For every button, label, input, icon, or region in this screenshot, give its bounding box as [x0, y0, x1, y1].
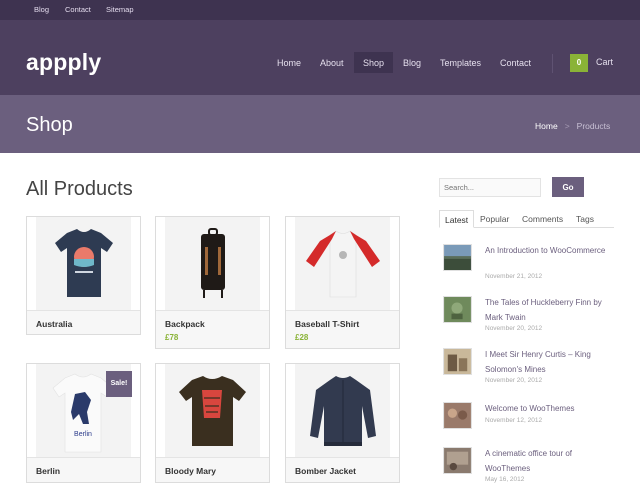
site-logo[interactable]: appply [26, 49, 101, 76]
tab-popular[interactable]: Popular [475, 210, 514, 228]
product-card-backpack[interactable]: Backpack £78 [155, 216, 270, 349]
nav-item-about[interactable]: About [320, 58, 344, 68]
backpack-icon [201, 228, 225, 298]
post-thumbnail[interactable] [443, 296, 472, 323]
cart-count-badge[interactable]: 0 [570, 54, 588, 72]
product-card-berlin[interactable]: Berlin Sale! Berlin [26, 363, 141, 483]
post-title[interactable]: I Meet Sir Henry Curtis – King Solomon's… [485, 348, 613, 377]
post-thumbnail[interactable] [443, 402, 472, 429]
post-date: November 12, 2012 [485, 417, 543, 424]
section-heading: All Products [26, 178, 133, 200]
post-date: November 21, 2012 [485, 273, 543, 280]
site-header: appply Home About Shop Blog Templates Co… [0, 20, 640, 95]
post-title[interactable]: An Introduction to WooCommerce [485, 244, 613, 259]
tab-comments[interactable]: Comments [517, 210, 568, 228]
nav-item-contact[interactable]: Contact [500, 58, 531, 68]
product-image[interactable] [286, 364, 399, 457]
nav-item-templates[interactable]: Templates [440, 58, 481, 68]
nav-item-home[interactable]: Home [277, 58, 301, 68]
product-card-bloody-mary[interactable]: Bloody Mary [155, 363, 270, 483]
breadcrumb-current: Products [576, 121, 611, 131]
product-image[interactable]: Berlin Sale! [27, 364, 140, 457]
nav-item-shop[interactable]: Shop [363, 58, 384, 68]
post-date: November 20, 2012 [485, 325, 543, 332]
product-name[interactable]: Bomber Jacket [295, 466, 356, 476]
cart-link[interactable]: Cart [596, 57, 613, 67]
product-name[interactable]: Baseball T-Shirt [295, 319, 359, 329]
tshirt-icon [179, 376, 246, 446]
post-thumbnail[interactable] [443, 348, 472, 375]
product-name[interactable]: Berlin [36, 466, 60, 476]
product-name[interactable]: Bloody Mary [165, 466, 216, 476]
post-title[interactable]: Welcome to WooThemes [485, 402, 613, 417]
jacket-icon [310, 376, 376, 446]
product-price: £28 [295, 333, 309, 342]
sale-badge: Sale! [106, 371, 132, 397]
breadcrumb: Home > Products [535, 121, 610, 131]
product-name[interactable]: Australia [36, 319, 72, 329]
post-date: November 20, 2012 [485, 377, 543, 384]
topbar-link-contact[interactable]: Contact [65, 5, 91, 14]
product-image[interactable] [156, 364, 269, 457]
post-title[interactable]: The Tales of Huckleberry Finn by Mark Tw… [485, 296, 613, 325]
post-title[interactable]: A cinematic office tour of WooThemes [485, 447, 613, 476]
product-price: £78 [165, 333, 179, 342]
product-image[interactable] [27, 217, 140, 310]
breadcrumb-separator: > [564, 121, 570, 131]
product-card-australia[interactable]: Australia [26, 216, 141, 335]
post-thumbnail[interactable] [443, 447, 472, 474]
raglan-shirt-icon [306, 230, 380, 298]
berlin-print-text: Berlin [74, 431, 92, 438]
topbar-link-blog[interactable]: Blog [34, 5, 49, 14]
page-title-bar: Shop Home > Products [0, 95, 640, 153]
product-card-bomber-jacket[interactable]: Bomber Jacket [285, 363, 400, 483]
product-image[interactable] [286, 217, 399, 310]
product-name[interactable]: Backpack [165, 319, 205, 329]
search-go-button[interactable]: Go [552, 177, 584, 197]
nav-item-blog[interactable]: Blog [403, 58, 421, 68]
tshirt-icon [55, 229, 113, 297]
sidebar-tabs: Latest Popular Comments Tags [439, 210, 614, 228]
top-utility-bar: Blog Contact Sitemap [0, 0, 640, 20]
search-input[interactable] [439, 178, 541, 197]
breadcrumb-home[interactable]: Home [535, 121, 558, 131]
tab-tags[interactable]: Tags [571, 210, 599, 228]
topbar-link-sitemap[interactable]: Sitemap [106, 5, 134, 14]
post-thumbnail[interactable] [443, 244, 472, 271]
page-title: Shop [26, 114, 73, 136]
tab-latest[interactable]: Latest [439, 210, 475, 228]
nav-divider [552, 54, 553, 73]
product-image[interactable] [156, 217, 269, 310]
product-card-baseball-tshirt[interactable]: Baseball T-Shirt £28 [285, 216, 400, 349]
